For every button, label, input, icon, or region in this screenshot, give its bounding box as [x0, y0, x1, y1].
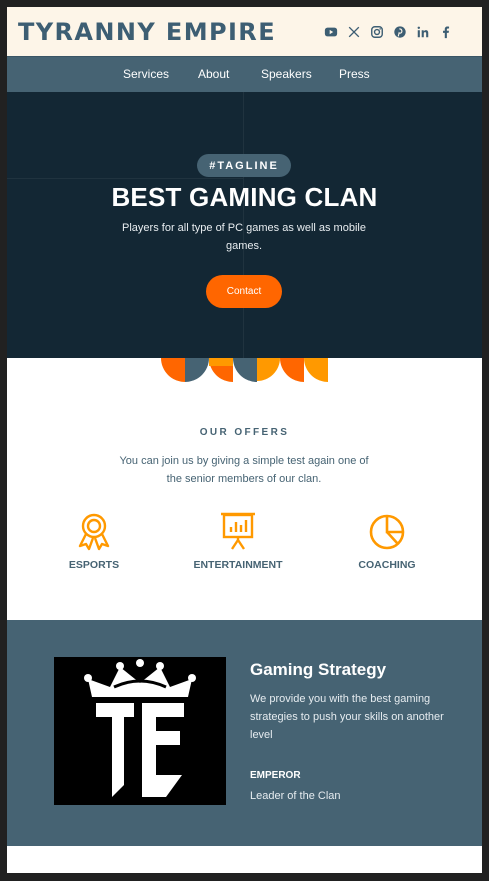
- nav-item-speakers[interactable]: Speakers: [261, 67, 312, 81]
- main-nav: Services About Speakers Press: [7, 56, 482, 92]
- award-icon: [78, 513, 110, 551]
- offer-label: COACHING: [358, 559, 416, 571]
- offers-description: You can join us by giving a simple test …: [119, 455, 369, 485]
- site-header: TYRANNY EMPIRE: [7, 7, 482, 56]
- decorative-shapes: [161, 358, 328, 382]
- facebook-icon[interactable]: [439, 25, 453, 39]
- nav-item-services[interactable]: Services: [123, 67, 169, 81]
- x-icon[interactable]: [347, 25, 361, 39]
- strategy-description: We provide you with the best gaming stra…: [250, 693, 444, 741]
- pie-chart-icon: [369, 514, 405, 550]
- offers-title: OUR OFFERS: [199, 427, 290, 438]
- contact-button[interactable]: Contact: [206, 275, 282, 308]
- offer-entertainment[interactable]: ENTERTAINMENT: [168, 511, 308, 571]
- linkedin-icon[interactable]: [416, 25, 430, 39]
- hero-section: #TAGLINE BEST GAMING CLAN Players for al…: [7, 92, 482, 358]
- offer-label: ESPORTS: [68, 559, 120, 571]
- instagram-icon[interactable]: [370, 25, 384, 39]
- offer-esports[interactable]: ESPORTS: [24, 511, 164, 571]
- offer-coaching[interactable]: COACHING: [317, 511, 457, 571]
- hero-grid-line: [7, 178, 243, 179]
- strategy-section: Gaming Strategy We provide you with the …: [7, 620, 482, 846]
- social-links: [324, 25, 453, 39]
- brand-logo[interactable]: TYRANNY EMPIRE: [18, 18, 276, 46]
- strategy-title: Gaming Strategy: [250, 660, 387, 679]
- tagline-badge: #TAGLINE: [197, 154, 291, 177]
- pinterest-icon[interactable]: [393, 25, 407, 39]
- presentation-icon: [221, 512, 255, 550]
- nav-item-about[interactable]: About: [198, 67, 229, 81]
- offer-label: ENTERTAINMENT: [193, 559, 283, 571]
- page: TYRANNY EMPIRE Services About Speakers P…: [7, 7, 482, 873]
- youtube-icon[interactable]: [324, 25, 338, 39]
- role-description: Leader of the Clan: [250, 790, 341, 802]
- crown-logo-icon: [84, 659, 196, 797]
- clan-logo-image: [54, 657, 226, 805]
- nav-item-press[interactable]: Press: [339, 67, 370, 81]
- role-title: EMPEROR: [250, 770, 301, 781]
- hero-title: BEST GAMING CLAN: [111, 182, 378, 212]
- hero-subtitle: Players for all type of PC games as well…: [122, 222, 366, 252]
